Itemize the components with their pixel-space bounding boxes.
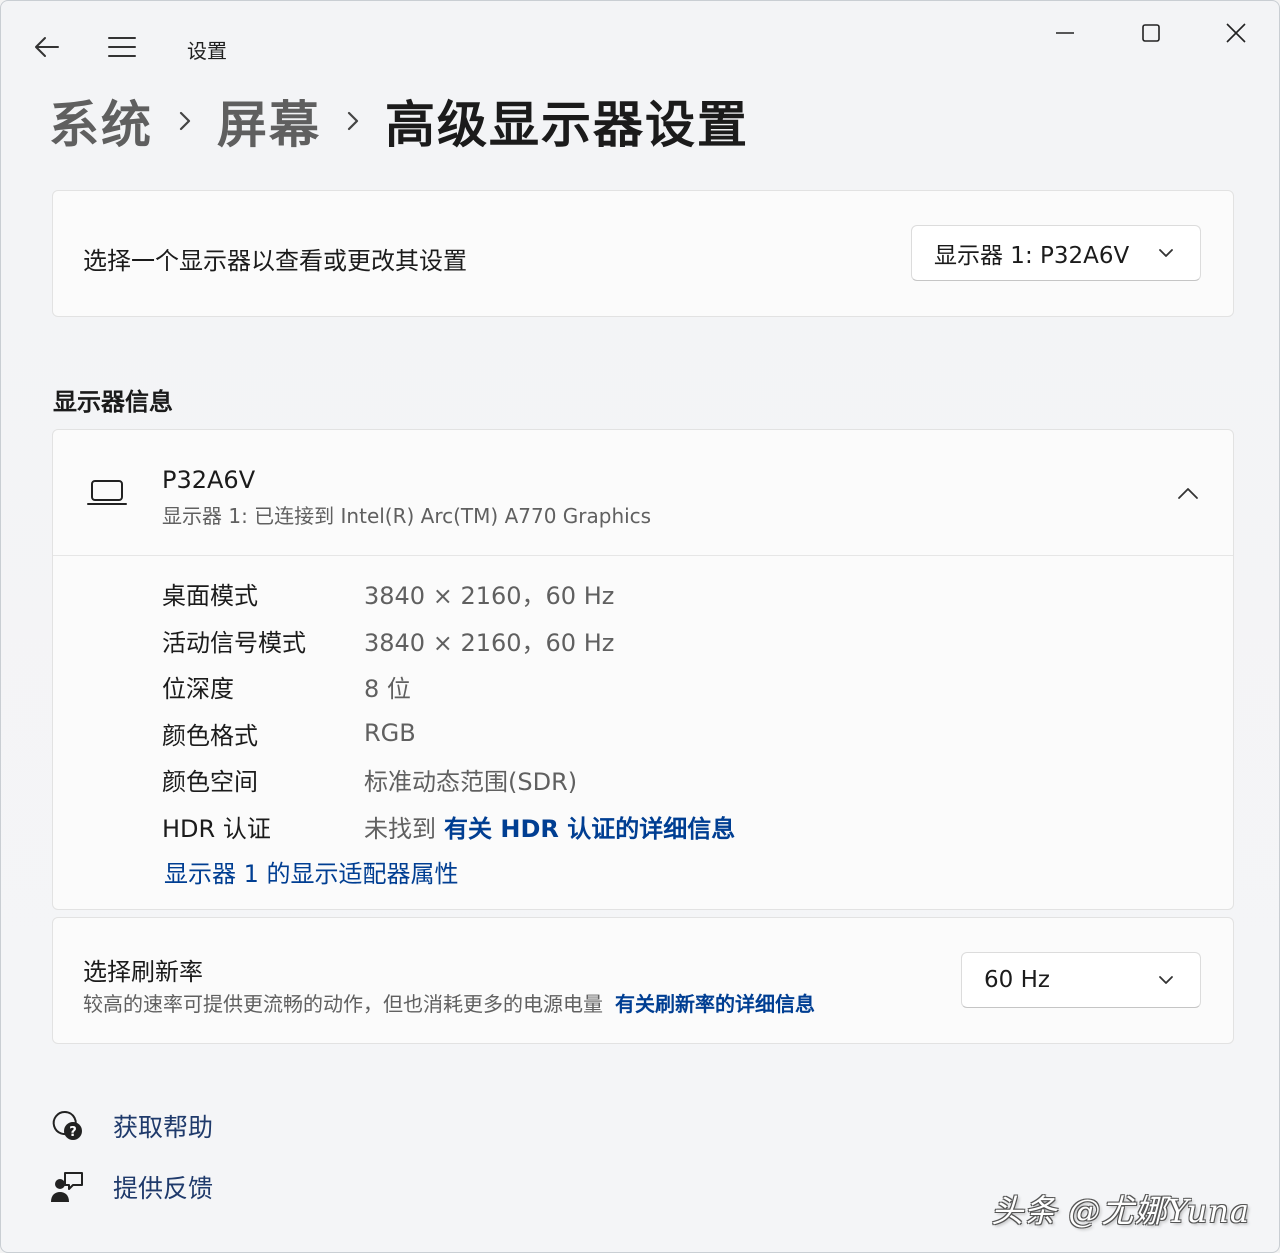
monitor-info-header[interactable]: P32A6V 显示器 1: 已连接到 Intel(R) Arc(TM) A770… xyxy=(53,430,1233,556)
info-value: 未找到 xyxy=(364,814,436,843)
laptop-icon xyxy=(87,478,127,512)
refresh-rate-title: 选择刷新率 xyxy=(83,958,203,986)
monitor-dropdown-value: 显示器 1: P32A6V xyxy=(934,243,1130,269)
info-value: 8 位 xyxy=(364,674,411,703)
monitor-connection-info: 显示器 1: 已连接到 Intel(R) Arc(TM) A770 Graphi… xyxy=(162,504,652,528)
page-title: 高级显示器设置 xyxy=(385,96,749,154)
refresh-rate-dropdown-value: 60 Hz xyxy=(984,967,1050,993)
section-heading: 显示器信息 xyxy=(53,388,173,416)
back-arrow-icon xyxy=(35,37,59,57)
get-help-link[interactable]: ? 获取帮助 xyxy=(49,1104,213,1148)
back-button[interactable] xyxy=(27,27,67,67)
info-row-color-format: 颜色格式 RGB xyxy=(162,713,416,753)
info-label: 颜色格式 xyxy=(162,721,258,750)
maximize-button[interactable] xyxy=(1131,13,1171,53)
give-feedback-label: 提供反馈 xyxy=(113,1174,214,1203)
help-chat-icon: ? xyxy=(49,1108,85,1144)
refresh-rate-dropdown[interactable]: 60 Hz xyxy=(961,952,1201,1008)
info-value: RGB xyxy=(364,719,416,747)
breadcrumb-separator xyxy=(153,109,217,133)
display-adapter-properties-link[interactable]: 显示器 1 的显示适配器属性 xyxy=(164,854,459,889)
info-row-color-space: 颜色空间 标准动态范围(SDR) xyxy=(162,759,577,799)
info-row-desktop-mode: 桌面模式 3840 × 2160，60 Hz xyxy=(162,573,614,613)
info-label: 位深度 xyxy=(162,674,234,703)
watermark: 头条 @尤娜Yuna xyxy=(991,1192,1250,1230)
get-help-label: 获取帮助 xyxy=(113,1113,214,1142)
info-row-active-signal-mode: 活动信号模式 3840 × 2160，60 Hz xyxy=(162,620,614,660)
monitor-select-card: 选择一个显示器以查看或更改其设置 显示器 1: P32A6V xyxy=(52,190,1234,317)
info-value: 3840 × 2160，60 Hz xyxy=(364,628,615,657)
minimize-icon xyxy=(1056,32,1074,34)
settings-window: 设置 系统 屏幕 高级显示器设置 选择一个显示器以查看或更改其设置 显示器 1:… xyxy=(0,0,1280,1253)
breadcrumb: 系统 屏幕 高级显示器设置 xyxy=(49,89,749,154)
info-row-bit-depth: 位深度 8 位 xyxy=(162,666,411,706)
minimize-button[interactable] xyxy=(1045,13,1085,53)
info-value: 标准动态范围(SDR) xyxy=(364,767,578,796)
hamburger-menu-icon xyxy=(108,37,136,57)
info-label: HDR 认证 xyxy=(162,814,271,843)
breadcrumb-separator xyxy=(321,109,385,133)
close-icon xyxy=(1226,23,1246,43)
breadcrumb-item-system[interactable]: 系统 xyxy=(49,85,153,157)
navigation-menu-button[interactable] xyxy=(102,27,142,67)
chevron-right-icon xyxy=(347,111,359,131)
monitor-info-card: P32A6V 显示器 1: 已连接到 Intel(R) Arc(TM) A770… xyxy=(52,429,1234,910)
refresh-rate-description-text: 较高的速率可提供更流畅的动作，但也消耗更多的电源电量 xyxy=(83,992,603,1016)
breadcrumb-item-display[interactable]: 屏幕 xyxy=(217,85,321,157)
refresh-rate-info-link[interactable]: 有关刷新率的详细信息 xyxy=(615,992,815,1016)
info-row-hdr-certification: HDR 认证 未找到 有关 HDR 认证的详细信息 xyxy=(162,806,735,846)
refresh-rate-card: 选择刷新率 较高的速率可提供更流畅的动作，但也消耗更多的电源电量 有关刷新率的详细… xyxy=(52,917,1234,1044)
monitor-dropdown[interactable]: 显示器 1: P32A6V xyxy=(911,225,1201,281)
chevron-down-icon xyxy=(1146,960,1186,1000)
chevron-right-icon xyxy=(179,111,191,131)
chevron-down-icon xyxy=(1146,233,1186,273)
hdr-certification-link[interactable]: 有关 HDR 认证的详细信息 xyxy=(444,809,735,844)
close-button[interactable] xyxy=(1216,13,1256,53)
give-feedback-link[interactable]: 提供反馈 xyxy=(49,1165,213,1209)
info-value: 3840 × 2160，60 Hz xyxy=(364,581,615,610)
maximize-icon xyxy=(1142,24,1160,42)
chevron-up-icon[interactable] xyxy=(1168,474,1208,514)
info-label: 活动信号模式 xyxy=(162,628,306,657)
feedback-person-icon xyxy=(49,1169,85,1205)
app-title: 设置 xyxy=(187,39,227,63)
info-label: 颜色空间 xyxy=(162,767,258,796)
refresh-rate-description: 较高的速率可提供更流畅的动作，但也消耗更多的电源电量 有关刷新率的详细信息 xyxy=(83,988,815,1017)
monitor-name: P32A6V xyxy=(162,466,256,494)
svg-text:?: ? xyxy=(69,1125,77,1140)
title-bar: 设置 xyxy=(1,1,1279,91)
info-label: 桌面模式 xyxy=(162,581,258,610)
monitor-select-label: 选择一个显示器以查看或更改其设置 xyxy=(83,247,467,275)
